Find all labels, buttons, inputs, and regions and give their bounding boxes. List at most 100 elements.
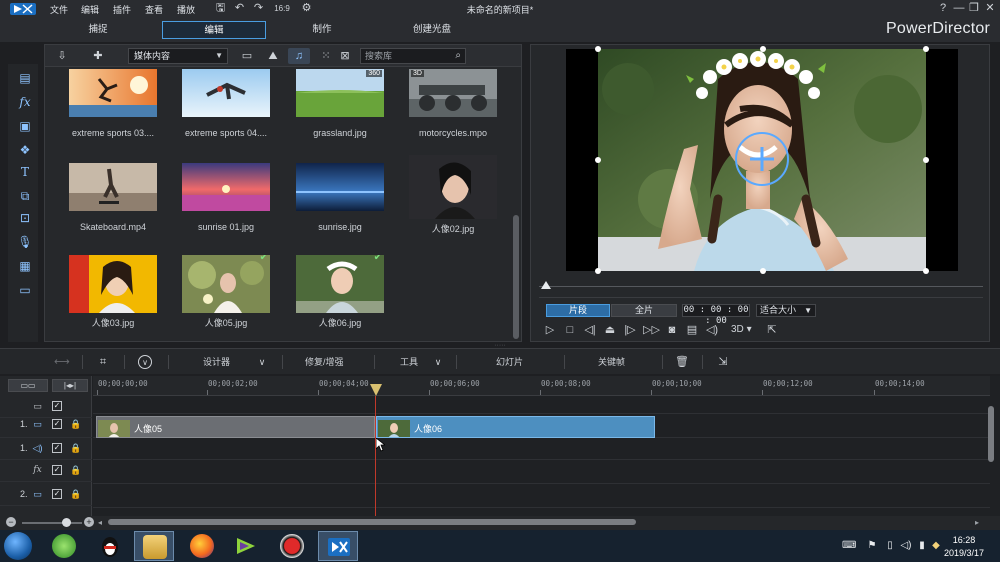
crop-icon[interactable]: ⌗ bbox=[96, 355, 110, 369]
library-scrollbar[interactable] bbox=[513, 69, 519, 339]
track-manager-icon[interactable]: ▭▭ bbox=[8, 379, 48, 392]
media-item[interactable]: extreme sports 04.... bbox=[158, 69, 272, 165]
redo-icon[interactable]: ↷ bbox=[252, 2, 265, 15]
taskbar-app[interactable] bbox=[318, 531, 358, 561]
enable-track-checkbox[interactable]: ✓ bbox=[52, 419, 62, 429]
chapter-room-icon[interactable]: ▦ bbox=[17, 258, 33, 274]
lane-video-2[interactable] bbox=[93, 484, 990, 508]
image-filter-icon[interactable]: ⛰ bbox=[262, 48, 284, 64]
taskbar-app[interactable] bbox=[182, 531, 222, 561]
library-search-input[interactable]: 搜索库 ⌕ bbox=[360, 48, 466, 64]
play-icon[interactable]: ▷ bbox=[543, 323, 557, 337]
media-item[interactable]: sunrise.jpg bbox=[272, 163, 386, 259]
media-item[interactable]: ✔ 人像05.jpg bbox=[158, 255, 272, 341]
enable-track-checkbox[interactable]: ✓ bbox=[52, 401, 62, 411]
transition-room-icon[interactable]: ⧉ bbox=[17, 188, 33, 204]
import-media-icon[interactable]: ⇩ bbox=[51, 48, 73, 64]
scrollbar-thumb[interactable] bbox=[988, 406, 994, 462]
lane-audio-1[interactable] bbox=[93, 438, 990, 460]
split-marker-icon[interactable]: ⏏ bbox=[603, 323, 617, 337]
undock-preview-icon[interactable]: ⇱ bbox=[765, 323, 779, 337]
scrollbar-thumb[interactable] bbox=[513, 215, 519, 339]
media-room-icon[interactable]: ▤ bbox=[17, 70, 33, 86]
restore-button[interactable]: ❐ bbox=[967, 1, 981, 15]
resize-handle[interactable] bbox=[595, 268, 601, 274]
slideshow-button[interactable]: 幻灯片 bbox=[496, 355, 523, 369]
keyboard-tray-icon[interactable]: ⌨ bbox=[842, 540, 856, 552]
clock-time[interactable]: 16:28 bbox=[946, 535, 982, 545]
taskbar-app[interactable] bbox=[44, 531, 84, 561]
resize-handle[interactable] bbox=[923, 268, 929, 274]
media-item[interactable]: 3D motorcycles.mpo bbox=[385, 69, 499, 165]
settings-gear-icon[interactable]: ⚙ bbox=[300, 2, 313, 15]
enable-track-checkbox[interactable]: ✓ bbox=[52, 465, 62, 475]
search-icon[interactable]: ⌕ bbox=[455, 49, 461, 63]
flag-tray-icon[interactable]: ⚑ bbox=[866, 540, 878, 552]
lock-icon[interactable]: 🔒 bbox=[70, 418, 81, 430]
menu-file[interactable]: 文件 bbox=[50, 3, 68, 16]
undo-icon[interactable]: ↶ bbox=[233, 2, 246, 15]
media-item[interactable]: ✔ 人像06.jpg bbox=[272, 255, 386, 341]
tab-capture[interactable]: 捕捉 bbox=[46, 21, 150, 39]
media-item[interactable]: 360 grassland.jpg bbox=[272, 69, 386, 165]
scroll-left-icon[interactable]: ◂ bbox=[98, 518, 102, 527]
menu-view[interactable]: 查看 bbox=[145, 3, 163, 16]
zoom-slider-track[interactable] bbox=[22, 522, 82, 524]
volume-tray-icon[interactable]: ◁) bbox=[900, 540, 912, 552]
media-item[interactable]: sunrise 01.jpg bbox=[158, 163, 272, 259]
minimize-button[interactable]: — bbox=[952, 1, 966, 15]
timecode-display[interactable]: 00 : 00 : 00 : 00 bbox=[682, 304, 750, 326]
zoom-in-button[interactable]: + bbox=[84, 517, 94, 527]
timeline-clip[interactable]: 人像05 bbox=[96, 416, 375, 438]
close-button[interactable]: ✕ bbox=[983, 1, 997, 15]
view-grid-icon[interactable]: ⁙ bbox=[315, 48, 337, 64]
timeline-clip-selected[interactable]: 人像06 bbox=[376, 416, 655, 438]
preview-scrubber[interactable] bbox=[539, 281, 983, 291]
taskbar-app[interactable] bbox=[272, 531, 312, 561]
audio-filter-icon[interactable]: ♫ bbox=[288, 48, 310, 64]
video-filter-icon[interactable]: ▭ bbox=[236, 48, 258, 64]
media-item[interactable]: Skateboard.mp4 bbox=[45, 163, 159, 259]
snapshot-camera-icon[interactable]: ◙ bbox=[665, 323, 679, 337]
fast-forward-icon[interactable]: ▷▷ bbox=[643, 323, 660, 337]
media-item[interactable]: 人像02.jpg bbox=[385, 155, 499, 259]
media-content-dropdown[interactable]: 媒体内容 ▼ bbox=[128, 48, 228, 64]
lock-icon[interactable]: 🔒 bbox=[70, 464, 81, 476]
chevron-down-icon[interactable]: ∨ bbox=[431, 355, 445, 369]
all-tracks-icon[interactable]: ▭ bbox=[32, 401, 43, 412]
taskbar-app[interactable] bbox=[134, 531, 174, 561]
fix-enhance-button[interactable]: 修复/增强 bbox=[305, 355, 344, 369]
subtitle-room-icon[interactable]: ▭ bbox=[17, 282, 33, 298]
volume-icon[interactable]: ◁) bbox=[705, 323, 719, 337]
taskbar-app[interactable] bbox=[90, 531, 130, 561]
timeline-vertical-scrollbar[interactable] bbox=[988, 402, 994, 510]
stop-icon[interactable]: □ bbox=[563, 323, 577, 337]
preview-image[interactable] bbox=[598, 49, 926, 271]
menu-plugins[interactable]: 插件 bbox=[113, 3, 131, 16]
playhead-handle-icon[interactable] bbox=[370, 384, 382, 396]
particle-room-icon[interactable]: ❖ bbox=[17, 142, 33, 158]
battery-tray-icon[interactable]: ▯ bbox=[884, 540, 896, 552]
enable-track-checkbox[interactable]: ✓ bbox=[52, 489, 62, 499]
clip-mode-button[interactable]: 片段 bbox=[546, 304, 610, 317]
tab-produce[interactable]: 制作 bbox=[270, 21, 374, 39]
pip-room-icon[interactable]: ▣ bbox=[17, 118, 33, 134]
clock-date[interactable]: 2019/3/17 bbox=[937, 548, 991, 558]
scrubber-marker-icon[interactable] bbox=[541, 281, 551, 289]
lock-icon[interactable]: 🔒 bbox=[70, 442, 81, 454]
microphone-icon[interactable]: 🎙 bbox=[17, 234, 33, 250]
lock-icon[interactable]: 🔒 bbox=[70, 488, 81, 500]
fit-size-dropdown[interactable]: 适合大小 ▼ bbox=[756, 304, 816, 317]
resize-handle[interactable] bbox=[595, 157, 601, 163]
fit-timeline-icon[interactable]: |◂▸| bbox=[52, 379, 88, 392]
tab-edit[interactable]: 编辑 bbox=[162, 21, 266, 39]
zoom-out-button[interactable]: − bbox=[6, 517, 16, 527]
previous-frame-icon[interactable]: ◁| bbox=[583, 323, 597, 337]
aspect-ratio-icon[interactable]: 16:9 bbox=[272, 2, 292, 15]
enable-track-checkbox[interactable]: ✓ bbox=[52, 443, 62, 453]
horizontal-scrollbar-thumb[interactable] bbox=[108, 519, 636, 525]
fx-room-icon[interactable]: fx bbox=[17, 94, 33, 110]
split-clip-icon[interactable]: ⟷ bbox=[54, 355, 70, 369]
menu-edit[interactable]: 编辑 bbox=[81, 3, 99, 16]
plugin-puzzle-icon[interactable]: ✚ bbox=[87, 48, 109, 64]
